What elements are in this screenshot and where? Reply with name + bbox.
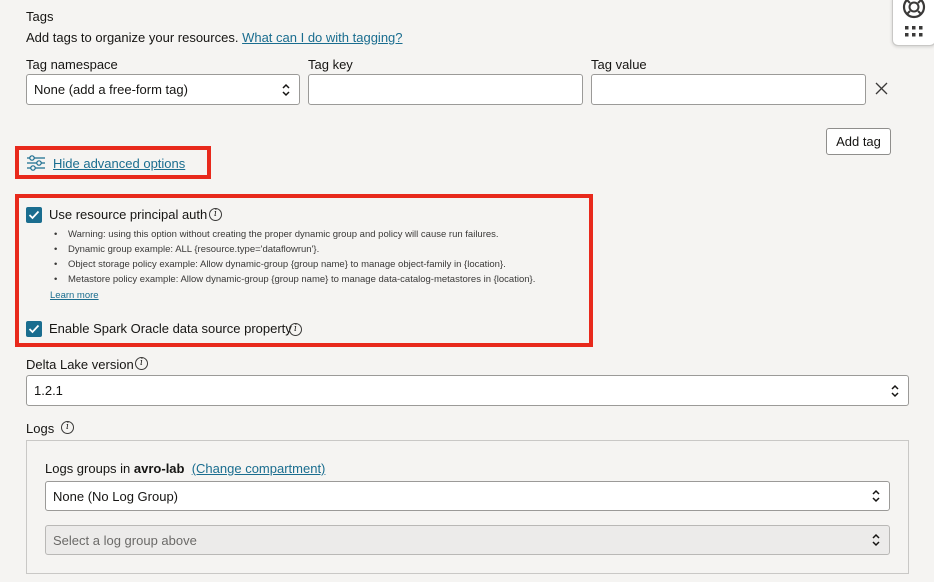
- info-icon[interactable]: i: [61, 421, 74, 434]
- info-icon[interactable]: i: [289, 323, 302, 336]
- resource-principal-label: Use resource principal auth: [49, 207, 208, 222]
- settings-sliders-icon[interactable]: [27, 155, 45, 171]
- tag-key-input[interactable]: [308, 74, 583, 105]
- updown-chevron-icon: [891, 384, 899, 397]
- info-icon[interactable]: i: [209, 208, 222, 221]
- help-widget[interactable]: [892, 0, 934, 46]
- spark-oracle-label: Enable Spark Oracle data source property: [49, 321, 292, 336]
- tags-description: Add tags to organize your resources. Wha…: [26, 30, 403, 45]
- tag-key-label: Tag key: [308, 57, 353, 72]
- updown-chevron-icon: [872, 533, 880, 547]
- apps-grid-icon[interactable]: [905, 26, 923, 38]
- tag-namespace-value: None (add a free-form tag): [34, 82, 188, 97]
- log-groups-prefix: Logs groups in: [45, 461, 131, 476]
- auth-bullet-warning: Warning: using this option without creat…: [54, 229, 499, 240]
- delta-lake-select[interactable]: 1.2.1: [26, 375, 909, 406]
- auth-bullet-metastore: Metastore policy example: Allow dynamic-…: [54, 274, 535, 285]
- checkmark-icon: [28, 210, 40, 220]
- resource-principal-checkbox[interactable]: [26, 207, 42, 223]
- help-lifebuoy-icon[interactable]: [900, 0, 928, 19]
- checkmark-icon: [28, 324, 40, 334]
- add-tag-button[interactable]: Add tag: [826, 128, 891, 155]
- tags-description-text: Add tags to organize your resources.: [26, 30, 239, 45]
- tag-value-input[interactable]: [591, 74, 866, 105]
- log-select: Select a log group above: [45, 525, 890, 555]
- tag-value-label: Tag value: [591, 57, 647, 72]
- tag-namespace-label: Tag namespace: [26, 57, 118, 72]
- log-select-placeholder: Select a log group above: [53, 532, 197, 548]
- auth-bullet-object-storage: Object storage policy example: Allow dyn…: [54, 259, 506, 270]
- info-icon[interactable]: i: [135, 357, 148, 370]
- updown-chevron-icon: [872, 489, 880, 503]
- delta-lake-value: 1.2.1: [34, 383, 63, 398]
- tagging-help-link[interactable]: What can I do with tagging?: [242, 30, 402, 45]
- log-groups-heading: Logs groups in avro-lab (Change compartm…: [45, 461, 325, 476]
- change-compartment-link[interactable]: (Change compartment): [192, 461, 326, 476]
- tag-namespace-select[interactable]: None (add a free-form tag): [26, 74, 300, 105]
- updown-chevron-icon: [282, 83, 290, 96]
- log-group-select[interactable]: None (No Log Group): [45, 481, 890, 511]
- close-icon[interactable]: [875, 82, 888, 95]
- hide-advanced-options-link[interactable]: Hide advanced options: [53, 156, 185, 171]
- tags-heading: Tags: [26, 9, 54, 24]
- learn-more-link[interactable]: Learn more: [50, 290, 99, 301]
- log-group-value: None (No Log Group): [53, 488, 179, 504]
- auth-bullet-dynamic-group: Dynamic group example: ALL {resource.typ…: [54, 244, 319, 255]
- compartment-name: avro-lab: [133, 461, 185, 476]
- delta-lake-label: Delta Lake version: [26, 357, 134, 372]
- spark-oracle-checkbox[interactable]: [26, 321, 42, 337]
- logs-label: Logs: [26, 421, 55, 436]
